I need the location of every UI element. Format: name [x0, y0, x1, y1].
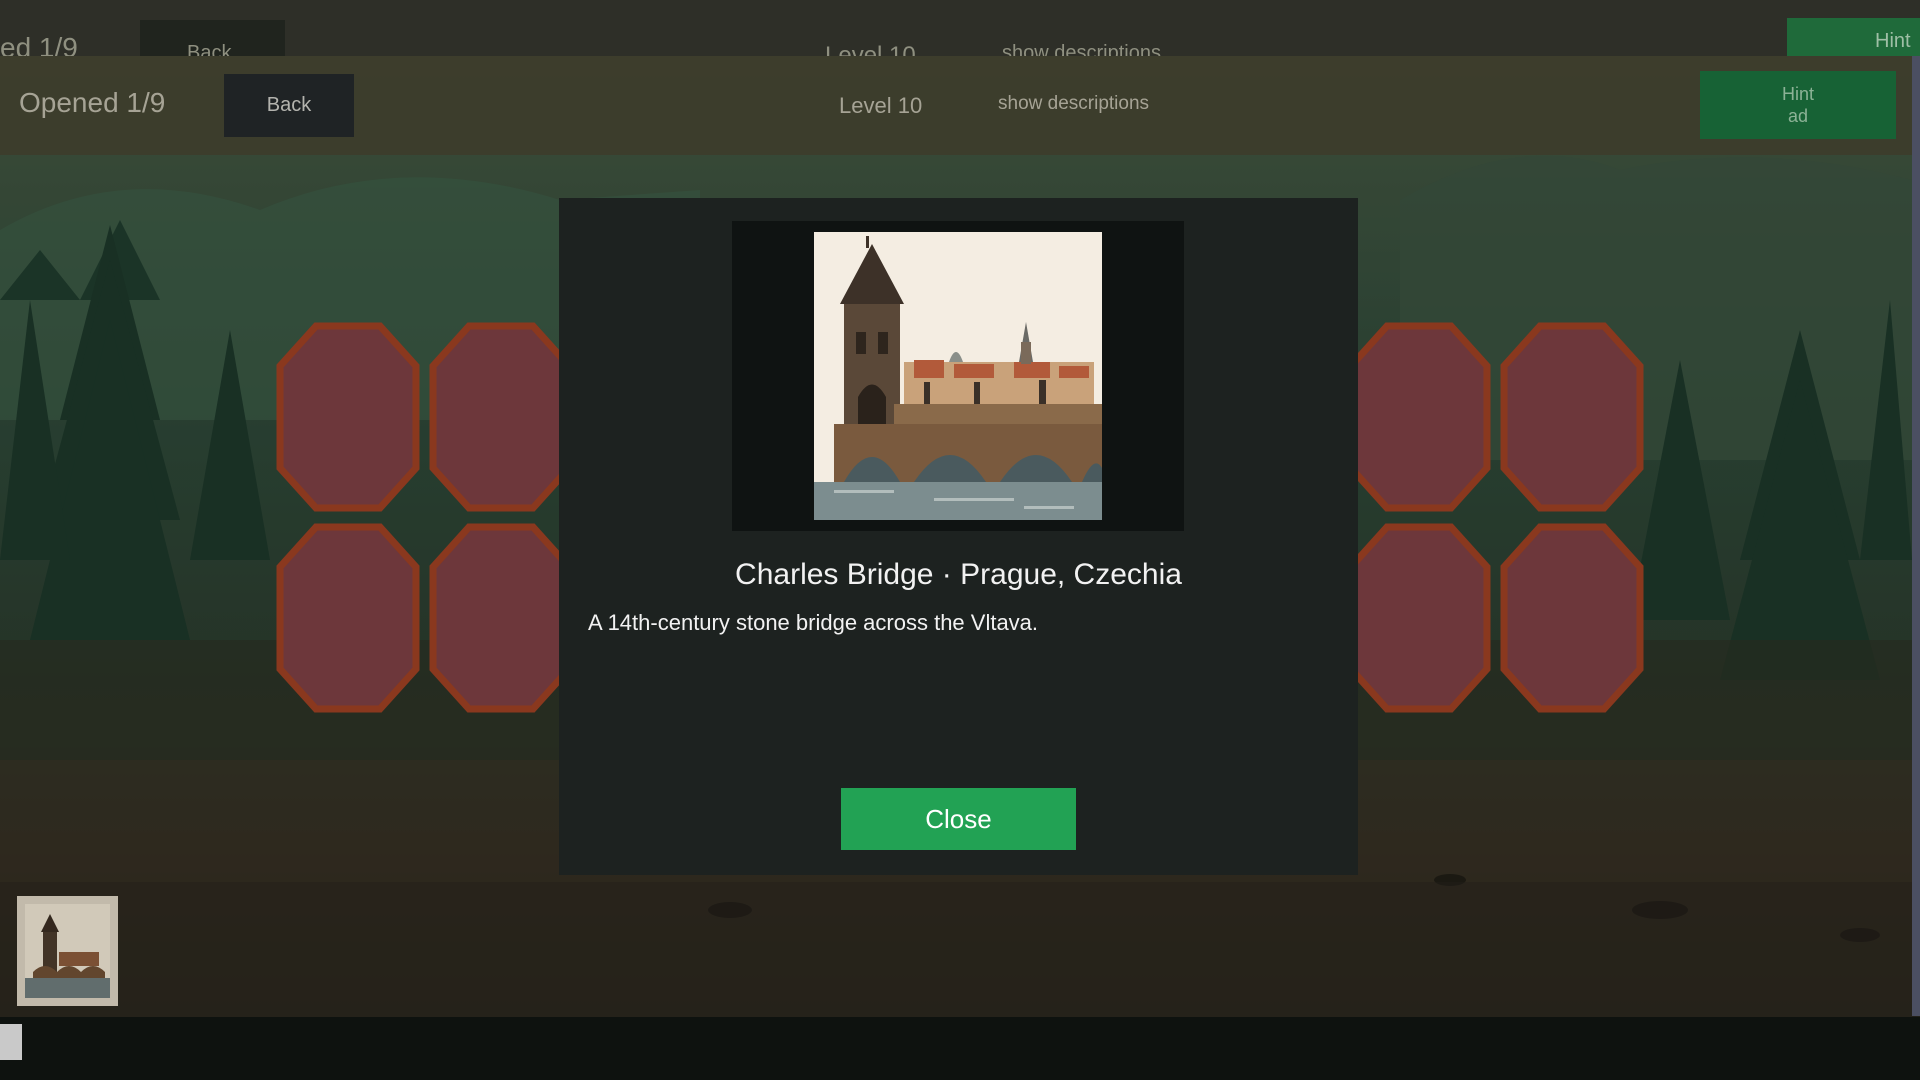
ghost-level-text: Level 10: [825, 42, 916, 56]
landmark-image-frame: [732, 221, 1184, 531]
ghost-hint-button: Hint: [1787, 18, 1920, 56]
ghost-hint-label: Hint: [1875, 30, 1911, 52]
charles-bridge-illustration-icon: [814, 232, 1102, 520]
ghost-back-label: Back: [187, 42, 232, 56]
ghost-opened-text: ed 1/9: [0, 32, 78, 56]
bottom-bar: [0, 1017, 1920, 1080]
ghost-descriptions-text: show descriptions: [1002, 42, 1161, 56]
scrollbar-edge: [1912, 56, 1920, 1016]
landmark-modal: Charles Bridge · Prague, Czechia A 14th-…: [559, 198, 1358, 875]
close-button[interactable]: Close: [841, 788, 1076, 850]
landmark-description: A 14th-century stone bridge across the V…: [588, 610, 1039, 635]
ghost-back-button: Back: [140, 20, 285, 56]
game-screen: ed 1/9 Back Level 10 show descriptions H…: [0, 0, 1920, 1080]
landmark-title: Charles Bridge · Prague, Czechia: [735, 558, 1182, 591]
ghost-header: ed 1/9 Back Level 10 show descriptions H…: [0, 0, 1920, 56]
scroll-handle[interactable]: [0, 1024, 22, 1060]
